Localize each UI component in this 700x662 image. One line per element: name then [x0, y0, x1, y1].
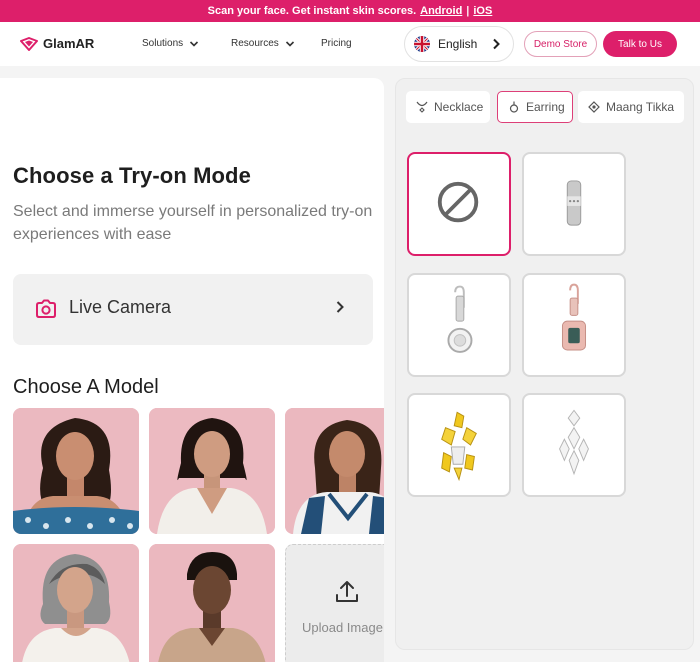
- nav-solutions-label: Solutions: [142, 38, 184, 49]
- glamar-logo-icon: [20, 36, 38, 51]
- jewellery-panel: Necklace Earring Maang Tikka: [395, 78, 694, 650]
- necklace-icon: [416, 101, 428, 113]
- top-nav: GlamAR Solutions Resources Pricing Engli…: [0, 22, 700, 66]
- page-subtitle: Select and immerse yourself in personali…: [13, 203, 373, 243]
- upload-label: Upload Image: [302, 620, 383, 635]
- upload-image-button[interactable]: Upload Image: [285, 544, 384, 662]
- ios-link[interactable]: iOS: [473, 5, 492, 17]
- earring-option[interactable]: [522, 273, 626, 377]
- tab-necklace-label: Necklace: [434, 100, 484, 114]
- banner-text: Scan your face. Get instant skin scores.: [207, 5, 417, 17]
- nav-resources-label: Resources: [231, 38, 279, 49]
- banner-separator: |: [466, 5, 470, 17]
- crystal-chandelier-earring-image: [559, 409, 589, 476]
- earring-option[interactable]: [522, 393, 626, 497]
- earring-option[interactable]: [522, 152, 626, 256]
- tryon-mode-panel: Choose a Try-on Mode Select and immerse …: [0, 78, 384, 662]
- hoop-earring-image: [566, 180, 582, 226]
- model-thumbnail[interactable]: [13, 408, 139, 534]
- live-camera-button[interactable]: Live Camera: [13, 274, 373, 345]
- earring-option[interactable]: [407, 393, 511, 497]
- earring-option[interactable]: [407, 273, 511, 377]
- tab-earring[interactable]: Earring: [497, 91, 573, 123]
- chevron-down-icon: [285, 40, 294, 47]
- chevron-down-icon: [190, 40, 199, 47]
- uk-flag-icon: [414, 36, 430, 52]
- chevron-right-icon: [336, 301, 344, 313]
- nav-pricing[interactable]: Pricing: [321, 38, 352, 49]
- model-photo: [149, 544, 275, 662]
- nav-solutions[interactable]: Solutions: [142, 38, 199, 49]
- page-title: Choose a Try-on Mode: [13, 163, 251, 188]
- model-thumbnail[interactable]: [13, 544, 139, 662]
- upload-icon: [336, 581, 358, 602]
- model-photo: [13, 544, 139, 662]
- tab-maang-tikka-label: Maang Tikka: [606, 100, 675, 114]
- promo-banner: Scan your face. Get instant skin scores.…: [0, 0, 700, 22]
- language-selector[interactable]: English: [404, 26, 514, 62]
- yellow-cluster-earring-image: [441, 411, 477, 482]
- talk-to-us-button[interactable]: Talk to Us: [603, 31, 677, 57]
- earring-option-none[interactable]: [407, 152, 511, 256]
- glamar-logo[interactable]: GlamAR: [20, 36, 94, 51]
- model-thumbnail[interactable]: [149, 544, 275, 662]
- emerald-drop-earring-image: [561, 283, 587, 351]
- android-link[interactable]: Android: [420, 5, 462, 17]
- page: Scan your face. Get instant skin scores.…: [0, 0, 700, 662]
- tab-necklace[interactable]: Necklace: [406, 91, 490, 123]
- earring-icon: [509, 101, 519, 113]
- tab-earring-label: Earring: [526, 100, 565, 114]
- logo-text: GlamAR: [43, 36, 95, 51]
- models-heading: Choose A Model: [13, 376, 159, 398]
- language-label: English: [438, 37, 478, 51]
- chevron-right-icon: [493, 38, 500, 50]
- nav-resources[interactable]: Resources: [231, 38, 295, 49]
- live-camera-label: Live Camera: [69, 297, 172, 317]
- no-selection-icon: [437, 181, 479, 223]
- nav-pricing-label: Pricing: [321, 38, 352, 49]
- demo-store-button[interactable]: Demo Store: [524, 31, 597, 57]
- model-photo: [285, 408, 384, 534]
- model-thumbnail[interactable]: [285, 408, 384, 534]
- maang-tikka-icon: [588, 101, 600, 113]
- model-thumbnail[interactable]: [149, 408, 275, 534]
- model-photo: [149, 408, 275, 534]
- solitaire-drop-earring-image: [447, 285, 473, 353]
- model-photo: [13, 408, 139, 534]
- camera-icon: [36, 299, 56, 318]
- tab-maang-tikka[interactable]: Maang Tikka: [578, 91, 684, 123]
